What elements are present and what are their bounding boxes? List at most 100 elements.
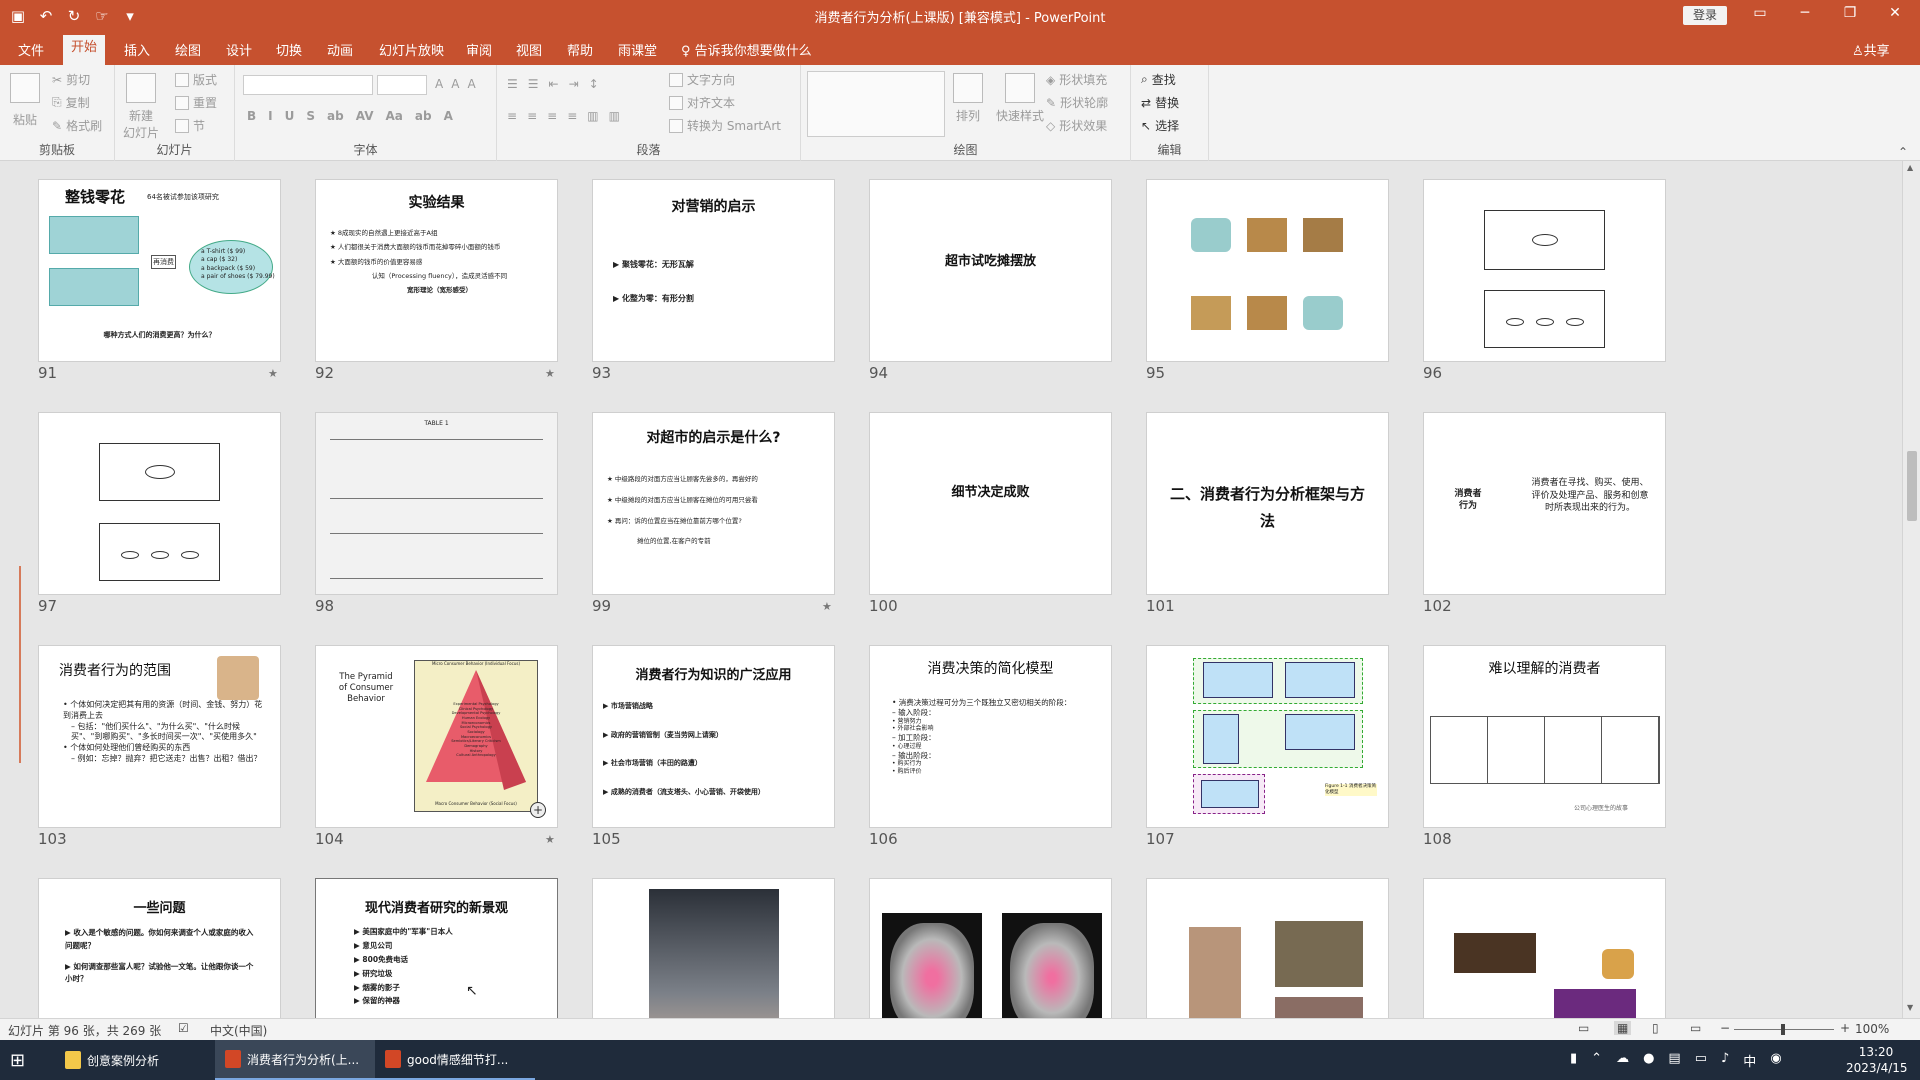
quick-styles-button[interactable]: 快速样式	[996, 73, 1044, 124]
ime-icon[interactable]: 中	[1743, 1051, 1756, 1070]
copy-button[interactable]: ⎘ 复制	[52, 94, 90, 111]
slide-thumb-108[interactable]: 难以理解的消费者 公司心理医生的故事	[1423, 645, 1666, 828]
slide-thumb-98[interactable]: TABLE 1	[315, 412, 558, 595]
slide-thumb-111[interactable]	[592, 878, 835, 1018]
strikethrough-icon[interactable]: S	[306, 109, 315, 123]
network-icon[interactable]: ☁	[1616, 1051, 1629, 1070]
tab-design[interactable]: 设计	[226, 40, 252, 59]
tab-rain-classroom[interactable]: 雨课堂	[618, 40, 657, 59]
font-size-select[interactable]	[377, 75, 427, 95]
login-button[interactable]: 登录	[1683, 6, 1727, 25]
columns-icon[interactable]: ▥	[609, 109, 620, 123]
slide-thumb-96[interactable]	[1423, 179, 1666, 362]
scrollbar-thumb[interactable]	[1907, 451, 1917, 521]
slide-thumb-100[interactable]: 细节决定成败	[869, 412, 1112, 595]
grow-font-icon[interactable]: A	[435, 77, 443, 91]
slide-thumb-102[interactable]: 消费者行为 消费者在寻找、购买、使用、评价及处理产品、服务和创意时所表现出来的行…	[1423, 412, 1666, 595]
slide-thumb-101[interactable]: 二、消费者行为分析框架与方法	[1146, 412, 1389, 595]
highlight-icon[interactable]: ab	[415, 109, 432, 123]
align-right-icon[interactable]: ≡	[547, 109, 557, 123]
select-button[interactable]: ↖ 选择	[1141, 117, 1179, 134]
distribute-icon[interactable]: ▥	[587, 109, 598, 123]
tab-insert[interactable]: 插入	[124, 40, 150, 59]
tab-file[interactable]: 文件	[18, 40, 44, 59]
align-left-icon[interactable]: ≡	[507, 109, 517, 123]
slide-thumb-106[interactable]: 消费决策的简化模型 • 消费决策过程可分为三个既独立又密切相关的阶段： – 输入…	[869, 645, 1112, 828]
slide-thumb-114[interactable]	[1423, 878, 1666, 1018]
slide-thumb-95[interactable]	[1146, 179, 1389, 362]
increase-indent-icon[interactable]: ⇥	[569, 77, 579, 91]
slide-thumb-91[interactable]: 整钱零花 64名被试参加该项研究 再消费 a T-shirt ($ 99) a c…	[38, 179, 281, 362]
bullets-icon[interactable]: ☰	[507, 77, 518, 91]
shapes-gallery[interactable]	[807, 71, 945, 137]
bold-icon[interactable]: B	[247, 109, 256, 123]
tab-view[interactable]: 视图	[516, 40, 542, 59]
taskbar-app-1[interactable]: 创意案例分析	[55, 1040, 215, 1080]
align-center-icon[interactable]: ≡	[527, 109, 537, 123]
clear-format-icon[interactable]: A	[467, 77, 475, 91]
shape-fill-button[interactable]: ◈ 形状填充	[1046, 71, 1107, 88]
taskbar-app-2[interactable]: 消费者行为分析(上...	[215, 1040, 375, 1080]
slide-thumb-112[interactable]	[869, 878, 1112, 1018]
tab-draw[interactable]: 绘图	[175, 40, 201, 59]
slide-thumb-94[interactable]: 超市试吃摊摆放	[869, 179, 1112, 362]
maximize-button[interactable]: ❐	[1830, 5, 1870, 21]
minimize-button[interactable]: ─	[1785, 5, 1825, 21]
zoom-slider-thumb[interactable]	[1781, 1024, 1785, 1035]
char-spacing-icon[interactable]: ab	[327, 109, 344, 123]
replace-button[interactable]: ⇄ 替换	[1141, 94, 1179, 111]
justify-icon[interactable]: ≡	[567, 109, 577, 123]
paste-button[interactable]: 粘贴	[10, 73, 40, 128]
find-button[interactable]: ⌕ 查找	[1141, 71, 1176, 88]
italic-icon[interactable]: I	[268, 109, 272, 123]
line-spacing-icon[interactable]: ↕	[589, 77, 599, 91]
align-text-button[interactable]: 对齐文本	[669, 94, 735, 111]
slide-thumb-99[interactable]: 对超市的启示是什么? ★ 中级路段的对面方应当让顾客先尝多的，再尝好的 ★ 中级摊…	[592, 412, 835, 595]
format-painter-button[interactable]: ✎ 格式刷	[52, 117, 102, 134]
slide-thumb-103[interactable]: 消费者行为的范围 • 个体如何决定把其有用的资源（时间、金钱、努力）花到消费上去…	[38, 645, 281, 828]
shape-outline-button[interactable]: ✎ 形状轮廓	[1046, 94, 1108, 111]
text-direction-button[interactable]: 文字方向	[669, 71, 735, 88]
slide-thumb-107[interactable]: Figure 1-1 消费者决策简化模型	[1146, 645, 1389, 828]
reading-view-icon[interactable]: ▯	[1652, 1021, 1659, 1035]
keyboard-icon[interactable]: ▤	[1668, 1051, 1680, 1070]
zoom-out-icon[interactable]: −	[1720, 1021, 1730, 1035]
layout-button[interactable]: 版式	[175, 71, 217, 88]
slide-thumb-93[interactable]: 对营销的启示 ▶ 聚钱零花：无形瓦解 ▶ 化整为零：有形分割	[592, 179, 835, 362]
slide-thumb-109[interactable]: 一些问题 ▶ 收入是个敏感的问题。你如何来调查个人或家庭的收入问题呢？ ▶ 如何调…	[38, 878, 281, 1018]
reset-button[interactable]: 重置	[175, 94, 217, 111]
tab-animations[interactable]: 动画	[327, 40, 353, 59]
underline-icon[interactable]: U	[285, 109, 295, 123]
language-status[interactable]: 中文(中国)	[210, 1022, 267, 1039]
battery-icon[interactable]: ▮	[1570, 1051, 1577, 1070]
tray-expand-icon[interactable]: ⌃	[1591, 1051, 1602, 1070]
font-name-select[interactable]	[243, 75, 373, 95]
vertical-scrollbar[interactable]: ▲ ▼	[1902, 161, 1920, 1018]
zoom-level[interactable]: 100%	[1855, 1022, 1889, 1036]
slideshow-view-icon[interactable]: ▭	[1690, 1021, 1701, 1035]
cut-button[interactable]: ✂ 剪切	[52, 71, 90, 88]
decrease-indent-icon[interactable]: ⇤	[549, 77, 559, 91]
tell-me-search[interactable]: ♀ 告诉我你想要做什么	[681, 40, 812, 59]
tab-help[interactable]: 帮助	[567, 40, 593, 59]
slide-thumb-105[interactable]: 消费者行为知识的广泛应用 ▶ 市场营销战略 ▶ 政府的营销管制（麦当劳网上请案） ▶…	[592, 645, 835, 828]
tab-transitions[interactable]: 切换	[276, 40, 302, 59]
start-button[interactable]: ⊞	[0, 1040, 50, 1080]
app-tray-icon[interactable]: ●	[1643, 1051, 1654, 1070]
share-button[interactable]: ♙共享	[1852, 40, 1890, 59]
shape-effects-button[interactable]: ◇ 形状效果	[1046, 117, 1107, 134]
scroll-up-icon[interactable]: ▲	[1907, 163, 1913, 172]
clock[interactable]: 13:20 2023/4/15	[1846, 1044, 1908, 1076]
slide-thumb-104[interactable]: The Pyramid of Consumer Behavior Micro C…	[315, 645, 558, 828]
change-case-icon[interactable]: Aa	[385, 109, 402, 123]
security-icon[interactable]: ◉	[1770, 1051, 1781, 1070]
taskbar-app-3[interactable]: good情感细节打...	[375, 1040, 535, 1080]
char-spacing-2-icon[interactable]: AV	[356, 109, 374, 123]
font-color-icon[interactable]: A	[444, 109, 453, 123]
slide-thumb-113[interactable]	[1146, 878, 1389, 1018]
arrange-button[interactable]: 排列	[953, 73, 983, 124]
display-icon[interactable]: ▭	[1695, 1051, 1707, 1070]
ribbon-display-options-icon[interactable]: ▭	[1740, 5, 1780, 21]
scroll-down-icon[interactable]: ▼	[1907, 1003, 1913, 1012]
slide-thumb-110[interactable]: 现代消费者研究的新景观 ▶ 美国家庭中的"军事"日本人 ▶ 意见公司 ▶ 800免费…	[315, 878, 558, 1018]
